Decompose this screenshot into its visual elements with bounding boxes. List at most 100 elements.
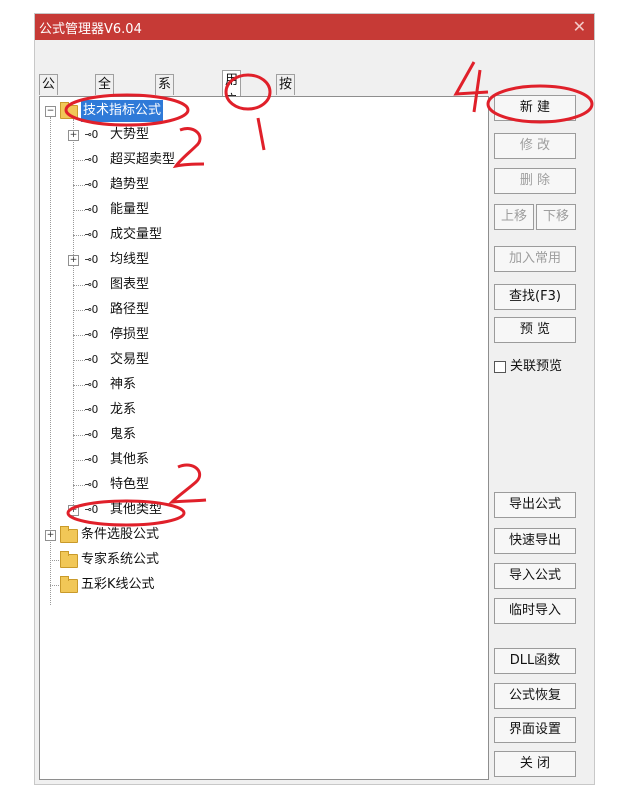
tree-branch-line [73, 435, 85, 436]
tree-item[interactable]: ⊸O 特色型 [40, 474, 480, 496]
delete-button[interactable]: 删 除 [494, 168, 576, 194]
new-button[interactable]: 新 建 [494, 95, 576, 121]
link-preview-label: 关联预览 [510, 359, 563, 374]
import-formula-button[interactable]: 导入公式 [494, 563, 576, 589]
expand-icon[interactable]: + [68, 255, 79, 266]
formula-key-icon: ⊸O [85, 303, 99, 316]
tree-item-label: 其他系 [110, 452, 150, 467]
tree-branch-line [73, 235, 85, 236]
tree-item[interactable]: ⊸O 路径型 [40, 299, 480, 321]
restore-formula-button[interactable]: 公式恢复 [494, 683, 576, 709]
tree-root-label: 技术指标公式 [81, 100, 164, 122]
folder-icon [60, 526, 78, 543]
tab-user[interactable]: 用户 [222, 70, 242, 108]
formula-key-icon: ⊸O [85, 403, 99, 416]
formula-key-icon: ⊸O [85, 503, 99, 516]
formula-key-icon: ⊸O [85, 328, 99, 341]
tree-branch-line [73, 185, 85, 186]
close-button[interactable]: 关 闭 [494, 751, 576, 777]
formula-key-icon: ⊸O [85, 253, 99, 266]
tree-item[interactable]: + ⊸O 其他类型 [40, 499, 480, 521]
ui-settings-button[interactable]: 界面设置 [494, 717, 576, 743]
tree-branch-line [73, 485, 85, 486]
tree-item-label: 鬼系 [110, 427, 137, 442]
checkbox-box[interactable] [494, 360, 506, 373]
formula-key-icon: ⊸O [85, 128, 99, 141]
tree-item-label: 能量型 [110, 202, 150, 217]
link-preview-checkbox[interactable]: 关联预览 [494, 355, 562, 374]
tree-branch-line [73, 460, 85, 461]
tree-branch-line [73, 385, 85, 386]
tab-by-date-frequency[interactable]: 按日期频度 [276, 74, 296, 172]
edit-button[interactable]: 修 改 [494, 133, 576, 159]
tree-item-label: 交易型 [110, 352, 150, 367]
formula-tree[interactable]: − 技术指标公式 + ⊸O 大势型 ⊸O 超买超卖型 ⊸O 趋势型 ⊸O 能量型… [39, 96, 489, 780]
folder-icon [60, 551, 78, 568]
formula-key-icon: ⊸O [85, 353, 99, 366]
formula-key-icon: ⊸O [85, 178, 99, 191]
collapse-icon[interactable]: − [45, 106, 56, 117]
export-formula-button[interactable]: 导出公式 [494, 492, 576, 518]
tree-item[interactable]: ⊸O 神系 [40, 374, 480, 396]
close-icon[interactable]: ✕ [573, 17, 586, 36]
formula-key-icon: ⊸O [85, 453, 99, 466]
tree-item[interactable]: + ⊸O 均线型 [40, 249, 480, 271]
tree-item[interactable]: ⊸O 趋势型 [40, 174, 480, 196]
tree-item[interactable]: ⊸O 其他系 [40, 449, 480, 471]
tree-root-stock-selection[interactable]: + 条件选股公式 [40, 524, 480, 546]
tree-item-label: 图表型 [110, 277, 150, 292]
tree-item[interactable]: ⊸O 龙系 [40, 399, 480, 421]
tree-item-label: 成交量型 [110, 227, 163, 242]
tree-item[interactable]: ⊸O 图表型 [40, 274, 480, 296]
tree-root-colored-kline[interactable]: 五彩K线公式 [40, 574, 480, 596]
window-title: 公式管理器V6.04 [39, 22, 142, 37]
preview-button[interactable]: 预 览 [494, 317, 576, 343]
title-bar[interactable]: 公式管理器V6.04 ✕ [35, 14, 594, 40]
tree-item[interactable]: ⊸O 成交量型 [40, 224, 480, 246]
tree-item-label: 趋势型 [110, 177, 150, 192]
tree-item-label: 均线型 [110, 252, 150, 267]
tree-root-label: 条件选股公式 [81, 527, 160, 542]
tree-item[interactable]: ⊸O 交易型 [40, 349, 480, 371]
tree-item-label: 其他类型 [110, 502, 163, 517]
tab-all[interactable]: 全部 [95, 74, 115, 112]
tree-branch-line [73, 160, 85, 161]
tree-item[interactable]: ⊸O 鬼系 [40, 424, 480, 446]
formula-key-icon: ⊸O [85, 478, 99, 491]
add-common-button[interactable]: 加入常用 [494, 246, 576, 272]
tree-root-expert-system[interactable]: 专家系统公式 [40, 549, 480, 571]
tree-branch-line [73, 410, 85, 411]
tree-item[interactable]: + ⊸O 大势型 [40, 124, 480, 146]
tree-item-label: 神系 [110, 377, 137, 392]
dll-functions-button[interactable]: DLL函数 [494, 648, 576, 674]
tree-branch-line [73, 360, 85, 361]
tree-item-label: 停损型 [110, 327, 150, 342]
tree-root-label: 五彩K线公式 [81, 577, 155, 592]
tree-item[interactable]: ⊸O 超买超卖型 [40, 149, 480, 171]
formula-key-icon: ⊸O [85, 278, 99, 291]
tree-branch-line [73, 210, 85, 211]
tree-branch-line [73, 285, 85, 286]
tree-item[interactable]: ⊸O 停损型 [40, 324, 480, 346]
tab-system[interactable]: 系统 [155, 74, 175, 112]
formula-key-icon: ⊸O [85, 378, 99, 391]
tree-root-label: 专家系统公式 [81, 552, 160, 567]
tab-formula-group[interactable]: 公式组 [39, 74, 59, 132]
formula-manager-window: 公式管理器V6.04 ✕ 公式组 全部 系统 用户 按日期频度 − 技术指标公式… [35, 14, 594, 784]
move-down-button[interactable]: 下移 [536, 204, 576, 230]
tree-item[interactable]: ⊸O 能量型 [40, 199, 480, 221]
quick-export-button[interactable]: 快速导出 [494, 528, 576, 554]
tree-branch-line [50, 585, 59, 586]
formula-key-icon: ⊸O [85, 228, 99, 241]
tree-item-label: 路径型 [110, 302, 150, 317]
tree-root-technical[interactable]: − 技术指标公式 [40, 100, 480, 122]
expand-icon[interactable]: + [45, 530, 56, 541]
expand-icon[interactable]: + [68, 130, 79, 141]
temp-import-button[interactable]: 临时导入 [494, 598, 576, 624]
tree-item-label: 龙系 [110, 402, 137, 417]
find-button[interactable]: 查找(F3) [494, 284, 576, 310]
move-up-button[interactable]: 上移 [494, 204, 534, 230]
expand-icon[interactable]: + [68, 505, 79, 516]
folder-icon [60, 102, 78, 119]
tree-branch-line [73, 310, 85, 311]
